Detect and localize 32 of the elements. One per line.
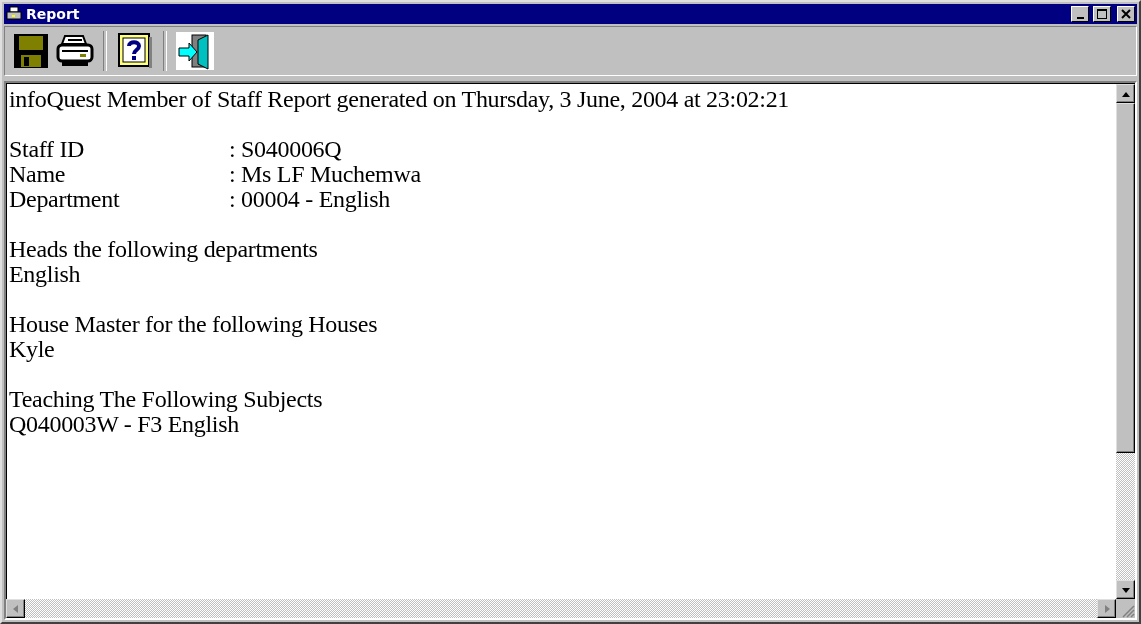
section-item: Q040003W - F3 English	[9, 412, 240, 437]
field-value: : 00004 - English	[229, 187, 391, 212]
section-item: Kyle	[9, 337, 56, 362]
scroll-up-button[interactable]	[1116, 84, 1135, 103]
help-icon	[118, 33, 152, 69]
field-label: Staff ID	[9, 137, 86, 162]
window-title: Report	[26, 6, 81, 22]
printer-icon	[56, 34, 94, 68]
field-label: Department	[9, 187, 121, 212]
save-button[interactable]	[11, 31, 51, 71]
help-button[interactable]	[115, 31, 155, 71]
minimize-button[interactable]	[1071, 6, 1089, 22]
exit-button[interactable]	[175, 31, 215, 71]
vertical-scrollbar[interactable]	[1116, 84, 1135, 599]
section-heading: Teaching The Following Subjects	[9, 387, 324, 412]
minimize-icon	[1076, 16, 1084, 19]
field-value: : S040006Q	[229, 137, 343, 162]
horizontal-scrollbar[interactable]	[25, 599, 1097, 618]
exit-door-icon	[176, 32, 214, 70]
close-icon	[1121, 9, 1131, 19]
scroll-thumb[interactable]	[1116, 103, 1135, 453]
maximize-icon	[1097, 9, 1107, 19]
report-heading: infoQuest Member of Staff Report generated on Thursday, 3 June, 2004 at 23:02:21	[9, 87, 791, 112]
printer-icon	[6, 6, 22, 22]
scroll-down-button[interactable]	[1116, 580, 1135, 599]
section-heading: House Master for the following Houses	[9, 312, 379, 337]
field-label: Name	[9, 162, 67, 187]
section-item: English	[9, 262, 82, 287]
maximize-button[interactable]	[1093, 6, 1111, 22]
close-button[interactable]	[1117, 6, 1135, 22]
section-heading: Heads the following departments	[9, 237, 319, 262]
field-value: : Ms LF Muchemwa	[229, 162, 422, 187]
